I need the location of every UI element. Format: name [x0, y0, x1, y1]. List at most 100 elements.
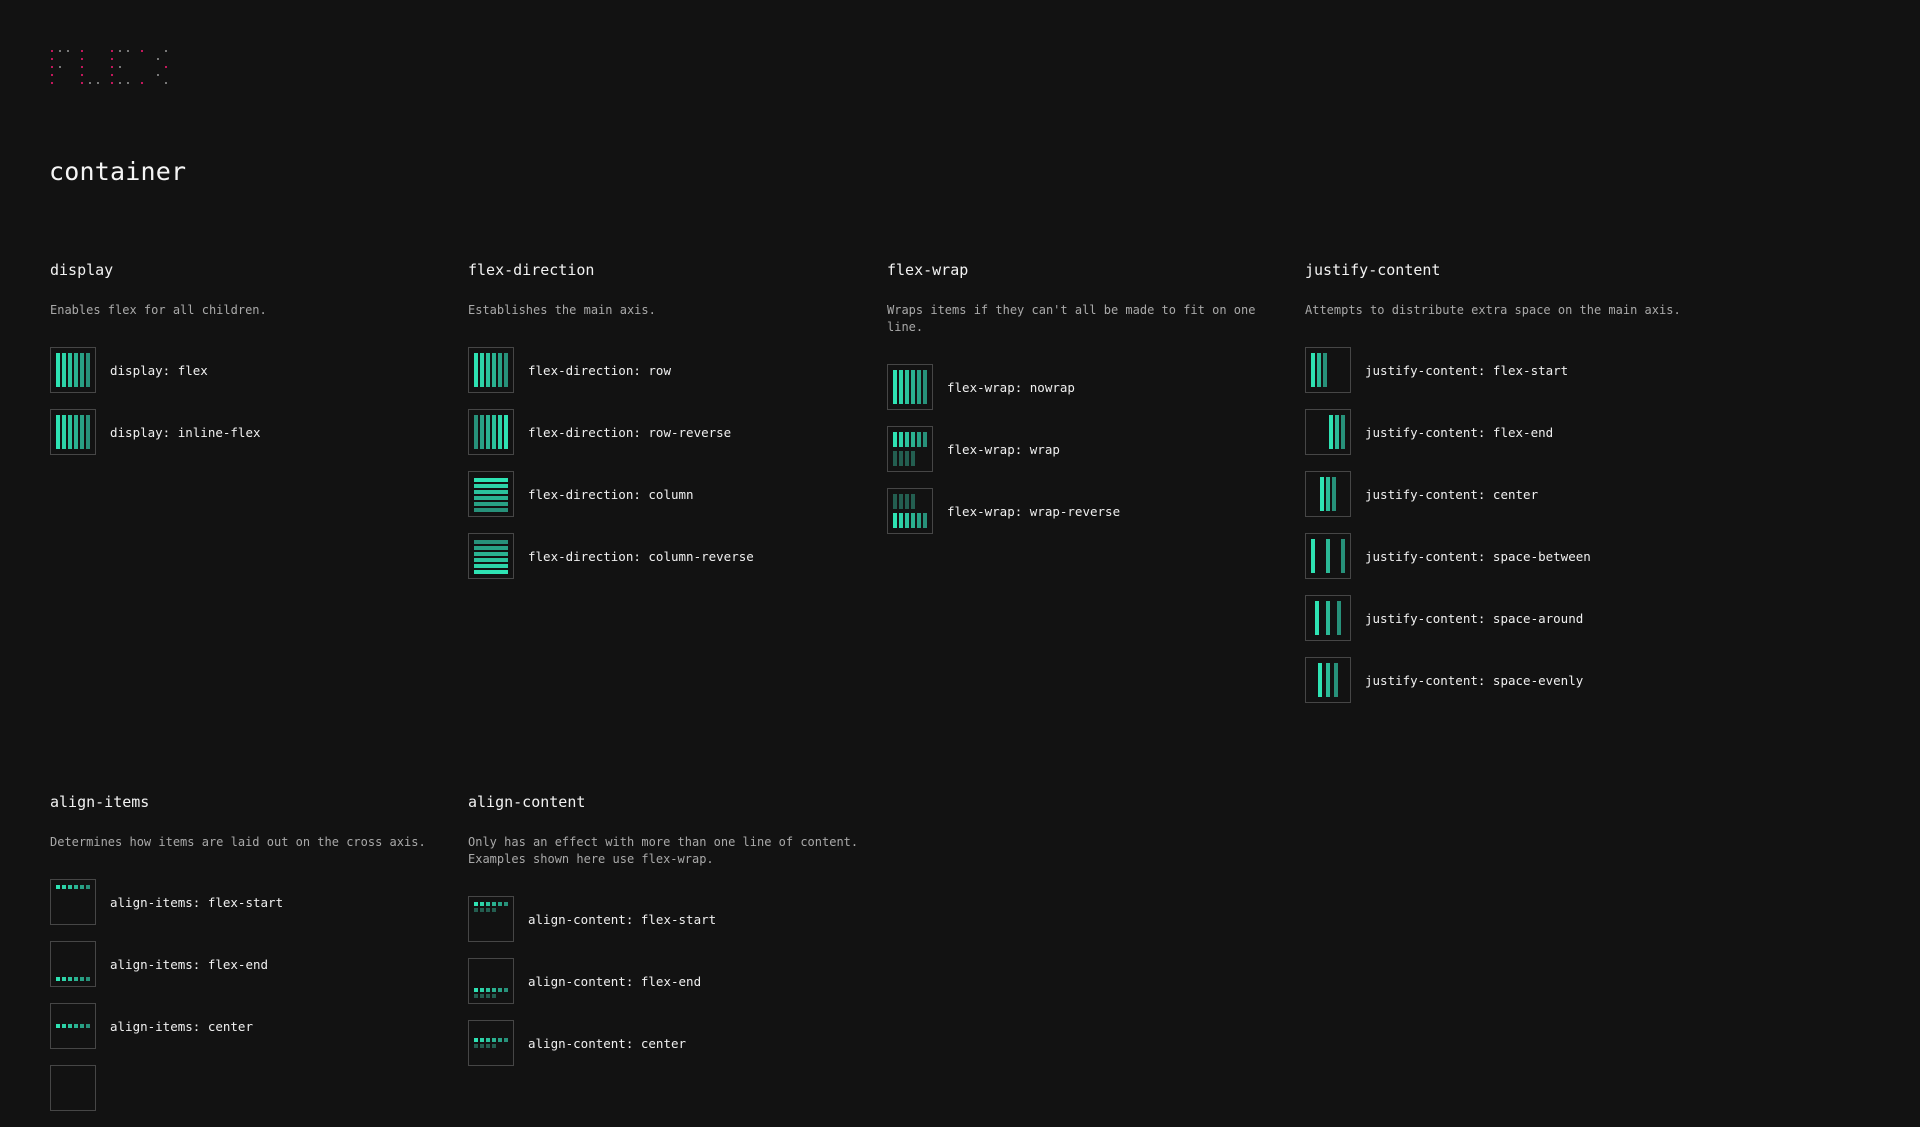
logo-dot: [119, 82, 121, 84]
logo-dot: [59, 50, 61, 52]
item-align-content-center[interactable]: align-content: center: [468, 1020, 868, 1066]
logo-dot: [111, 66, 113, 68]
icon-item-mark: [68, 1024, 72, 1028]
icon-item-mark: [1326, 539, 1330, 573]
icon-item-mark: [480, 994, 484, 998]
icon-item-mark: [56, 977, 60, 981]
logo-dot: [141, 74, 143, 76]
icon-item-mark: [498, 353, 502, 387]
item-label: justify-content: flex-start: [1365, 362, 1569, 378]
logo-dot: [141, 58, 143, 60]
icon-item-mark: [86, 977, 90, 981]
icon-item-mark: [56, 353, 60, 387]
icon-item-mark: [480, 1038, 484, 1042]
icon-item-mark: [474, 902, 478, 906]
item-display-inline-flex[interactable]: display: inline-flex: [50, 409, 450, 455]
icon-item-mark: [1335, 415, 1339, 449]
logo-dot: [119, 58, 121, 60]
flex-direction-column-reverse-icon: [468, 533, 514, 579]
icon-item-mark: [56, 415, 60, 449]
icon-item-mark: [86, 353, 90, 387]
item-justify-content-flex-start[interactable]: justify-content: flex-start: [1305, 347, 1705, 393]
section-description: Determines how items are laid out on the…: [50, 835, 426, 849]
icon-item-mark: [486, 988, 490, 992]
icon-item-mark: [893, 432, 897, 447]
item-align-items-flex-start[interactable]: align-items: flex-start: [50, 879, 450, 925]
icon-item-mark: [56, 1024, 60, 1028]
item-align-content-flex-start[interactable]: align-content: flex-start: [468, 896, 868, 942]
item-justify-content-space-around[interactable]: justify-content: space-around: [1305, 595, 1705, 641]
item-label: flex-wrap: wrap-reverse: [947, 503, 1121, 519]
section-flex-wrap: flex-wrap Wraps items if they can't all …: [887, 260, 1287, 550]
icon-item-mark: [923, 370, 927, 404]
item-justify-content-flex-end[interactable]: justify-content: flex-end: [1305, 409, 1705, 455]
icon-item-mark: [62, 353, 66, 387]
logo-dot: [127, 82, 129, 84]
icon-item-mark: [68, 353, 72, 387]
icon-item-mark: [911, 513, 915, 528]
icon-item-mark: [1329, 415, 1333, 449]
logo-dot: [89, 50, 91, 52]
logo-dot: [149, 58, 151, 60]
icon-item-mark: [498, 902, 502, 906]
logo-letter-x: [140, 49, 168, 85]
justify-flex-start-icon: [1305, 347, 1351, 393]
logo-dot: [97, 82, 99, 84]
item-justify-content-space-between[interactable]: justify-content: space-between: [1305, 533, 1705, 579]
section-description: Establishes the main axis.: [468, 303, 656, 317]
flex-logo: [50, 49, 168, 85]
display-inline-flex-icon: [50, 409, 96, 455]
icon-item-mark: [923, 513, 927, 528]
section-display: display Enables flex for all children. d…: [50, 260, 450, 471]
item-display-flex[interactable]: display: flex: [50, 347, 450, 393]
icon-item-mark: [917, 432, 921, 447]
logo-dot: [157, 82, 159, 84]
icon-item-mark: [492, 994, 496, 998]
item-label: display: flex: [110, 362, 208, 378]
icon-item-mark: [905, 370, 909, 404]
justify-flex-end-icon: [1305, 409, 1351, 455]
logo-dot: [59, 74, 61, 76]
icon-item-mark: [474, 508, 508, 512]
icon-item-mark: [480, 908, 484, 912]
flex-wrap-wrap-reverse-icon: [887, 488, 933, 534]
item-flex-direction-row[interactable]: flex-direction: row: [468, 347, 868, 393]
logo-dot: [97, 58, 99, 60]
item-flex-direction-row-reverse[interactable]: flex-direction: row-reverse: [468, 409, 868, 455]
logo-dot: [81, 82, 83, 84]
logo-dot: [127, 66, 129, 68]
icon-item-mark: [68, 885, 72, 889]
icon-item-mark: [474, 484, 508, 488]
flex-wrap-wrap-icon: [887, 426, 933, 472]
icon-item-mark: [504, 1038, 508, 1042]
icon-item-mark: [474, 552, 508, 556]
icon-item-mark: [486, 994, 490, 998]
item-label: flex-wrap: nowrap: [947, 379, 1075, 395]
item-flex-wrap-nowrap[interactable]: flex-wrap: nowrap: [887, 364, 1287, 410]
item-flex-direction-column-reverse[interactable]: flex-direction: column-reverse: [468, 533, 868, 579]
item-flex-wrap-wrap[interactable]: flex-wrap: wrap: [887, 426, 1287, 472]
icon-item-mark: [1341, 539, 1345, 573]
item-flex-direction-column[interactable]: flex-direction: column: [468, 471, 868, 517]
logo-dot: [149, 74, 151, 76]
logo-dot: [89, 74, 91, 76]
logo-dot: [157, 66, 159, 68]
icon-item-mark: [474, 908, 478, 912]
icon-item-mark: [486, 902, 490, 906]
logo-dot: [119, 74, 121, 76]
item-align-items-flex-end[interactable]: align-items: flex-end: [50, 941, 450, 987]
item-align-items-center[interactable]: align-items: center: [50, 1003, 450, 1049]
icon-item-mark: [504, 988, 508, 992]
item-justify-content-center[interactable]: justify-content: center: [1305, 471, 1705, 517]
icon-item-mark: [911, 370, 915, 404]
justify-space-evenly-icon: [1305, 657, 1351, 703]
section-title: flex-wrap: [887, 261, 969, 279]
item-justify-content-space-evenly[interactable]: justify-content: space-evenly: [1305, 657, 1705, 703]
item-label: align-content: center: [528, 1035, 687, 1051]
item-align-items-partial[interactable]: [50, 1065, 450, 1111]
item-flex-wrap-wrap-reverse[interactable]: flex-wrap: wrap-reverse: [887, 488, 1287, 534]
icon-item-mark: [474, 502, 508, 506]
item-align-content-flex-end[interactable]: align-content: flex-end: [468, 958, 868, 1004]
logo-dot: [59, 82, 61, 84]
flex-wrap-nowrap-icon: [887, 364, 933, 410]
